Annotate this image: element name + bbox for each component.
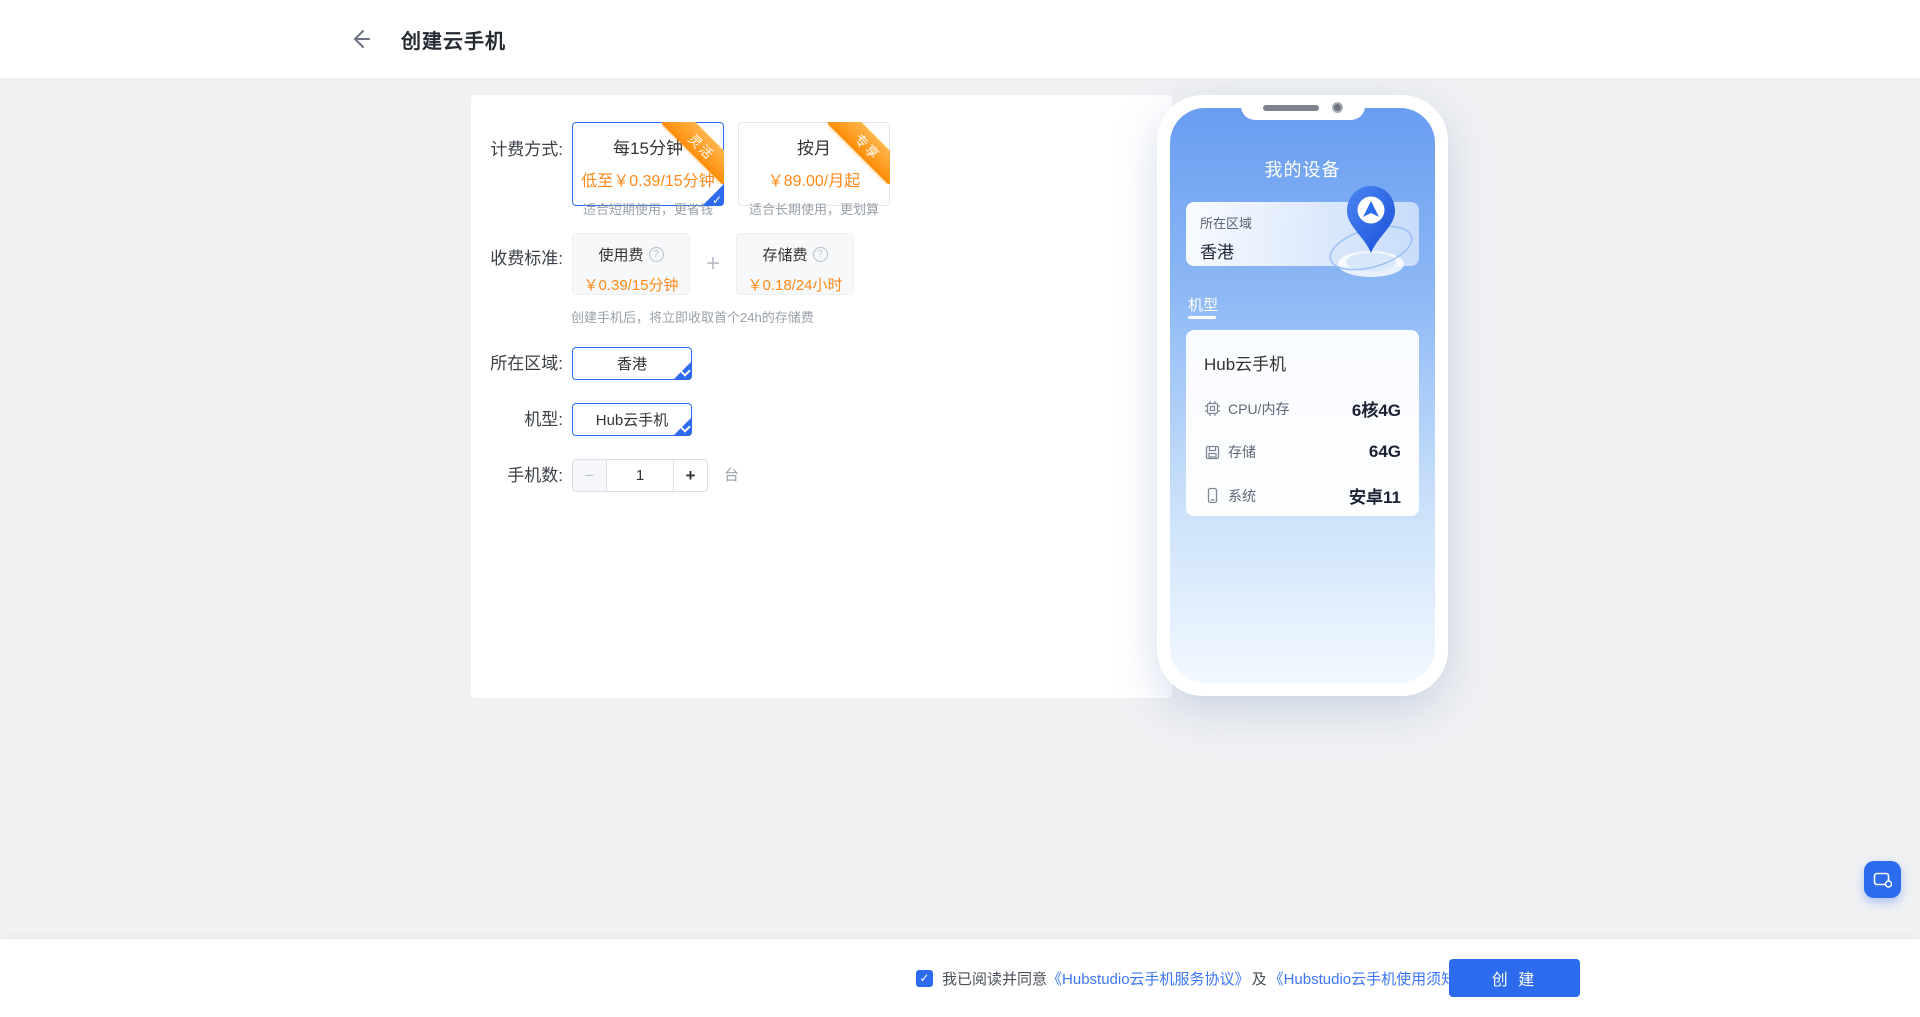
agreement-row: 我已阅读并同意 《Hubstudio云手机服务协议》 及 《Hubstudio云… (916, 939, 1471, 1017)
billing-option-price: ￥89.00/月起 (739, 167, 889, 191)
chevron-down-icon (680, 367, 688, 375)
usage-fee-card: 使用费 ￥0.39/15分钟 (572, 233, 690, 295)
model-label: 机型: (471, 403, 563, 436)
plus-separator: + (690, 233, 736, 295)
phone-preview: 我的设备 所在区域 香港 机型 Hub云手机 (1157, 95, 1448, 696)
billing-option-desc: 适合长期使用，更划算 (739, 199, 889, 218)
billing-option-title: 每15分钟 (573, 134, 723, 159)
billing-option-title: 按月 (739, 134, 889, 159)
floating-capture-button[interactable] (1864, 861, 1901, 898)
help-icon[interactable] (649, 247, 664, 262)
storage-icon (1204, 444, 1221, 461)
spec-label: CPU/内存 (1228, 399, 1289, 419)
phone-notch (1241, 95, 1365, 120)
model-row: 机型: Hub云手机 (471, 403, 692, 436)
region-label: 所在区域: (471, 347, 563, 380)
cpu-icon (1204, 400, 1221, 417)
chevron-down-icon (680, 423, 688, 431)
spec-value: 安卓11 (1349, 483, 1401, 508)
spec-label: 系统 (1228, 486, 1256, 506)
quantity-stepper: − 1 + (572, 459, 708, 492)
storage-fee-name: 存储费 (762, 244, 807, 265)
page-title: 创建云手机 (401, 25, 506, 54)
preview-region-value: 香港 (1200, 238, 1405, 263)
increase-button[interactable]: + (673, 460, 707, 491)
agreement-conjunction: 及 (1252, 968, 1267, 989)
region-value: 香港 (617, 353, 647, 374)
device-name: Hub云手机 (1204, 350, 1401, 375)
quantity-value[interactable]: 1 (607, 460, 673, 491)
storage-fee-price: ￥0.18/24小时 (737, 274, 853, 295)
fee-standard-label: 收费标准: (471, 233, 563, 295)
preview-title: 我的设备 (1170, 156, 1435, 182)
agreement-prefix: 我已阅读并同意 (942, 968, 1047, 989)
preview-region-label: 所在区域 (1200, 213, 1405, 232)
usage-notice-link[interactable]: 《Hubstudio云手机使用须知》 (1269, 968, 1472, 989)
billing-option-monthly[interactable]: 按月 ￥89.00/月起 适合长期使用，更划算 专享 (738, 122, 890, 206)
spec-value: 64G (1369, 442, 1401, 462)
service-agreement-link[interactable]: 《Hubstudio云手机服务协议》 (1047, 968, 1250, 989)
usage-fee-price: ￥0.39/15分钟 (573, 274, 689, 295)
storage-fee-card: 存储费 ￥0.18/24小时 (736, 233, 854, 295)
fee-standard-row: 收费标准: 使用费 ￥0.39/15分钟 + 存储费 ￥0.18/24小时 (471, 233, 854, 295)
preview-region-card: 所在区域 香港 (1186, 202, 1419, 266)
region-select[interactable]: 香港 (572, 347, 692, 380)
billing-method-label: 计费方式: (471, 122, 563, 206)
model-select[interactable]: Hub云手机 (572, 403, 692, 436)
decrease-button[interactable]: − (573, 460, 607, 491)
usage-fee-name: 使用费 (598, 244, 643, 265)
camera-dot (1332, 102, 1343, 113)
region-row: 所在区域: 香港 (471, 347, 692, 380)
model-value: Hub云手机 (596, 409, 669, 430)
footer-bar: 我已阅读并同意 《Hubstudio云手机服务协议》 及 《Hubstudio云… (0, 939, 1920, 1017)
spec-row-system: 系统 安卓11 (1204, 483, 1401, 508)
billing-option-desc: 适合短期使用，更省钱 (573, 199, 723, 218)
capture-icon (1873, 871, 1892, 888)
arrow-left-icon (348, 27, 372, 51)
quantity-unit: 台 (724, 459, 739, 492)
spec-row-cpu: CPU/内存 6核4G (1204, 396, 1401, 421)
agreement-checkbox[interactable] (916, 970, 933, 987)
check-icon: ✓ (712, 194, 722, 206)
billing-option-price: 低至￥0.39/15分钟 (573, 167, 723, 191)
spec-value: 6核4G (1352, 396, 1401, 421)
back-button[interactable] (345, 24, 375, 54)
phone-screen: 我的设备 所在区域 香港 机型 Hub云手机 (1170, 108, 1435, 683)
create-button[interactable]: 创 建 (1449, 959, 1580, 997)
help-icon[interactable] (813, 247, 828, 262)
phone-count-label: 手机数: (471, 459, 563, 492)
fee-note: 创建手机后，将立即收取首个24h的存储费 (571, 307, 814, 326)
system-phone-icon (1204, 487, 1221, 504)
billing-method-row: 计费方式: 每15分钟 低至￥0.39/15分钟 适合短期使用，更省钱 灵活 ✓… (471, 122, 890, 206)
billing-option-per-15min[interactable]: 每15分钟 低至￥0.39/15分钟 适合短期使用，更省钱 灵活 ✓ (572, 122, 724, 206)
page-header: 创建云手机 (0, 0, 1920, 78)
section-underline (1188, 316, 1216, 319)
spec-label: 存储 (1228, 442, 1256, 462)
speaker-bar (1263, 105, 1319, 111)
spec-row-storage: 存储 64G (1204, 442, 1401, 462)
preview-device-card: Hub云手机 CPU/内存 6核4G 存储 64G 系统 (1186, 330, 1419, 516)
phone-count-row: 手机数: − 1 + 台 (471, 459, 739, 492)
create-form-panel: 计费方式: 每15分钟 低至￥0.39/15分钟 适合短期使用，更省钱 灵活 ✓… (471, 95, 1172, 698)
preview-model-section: 机型 (1188, 294, 1218, 315)
